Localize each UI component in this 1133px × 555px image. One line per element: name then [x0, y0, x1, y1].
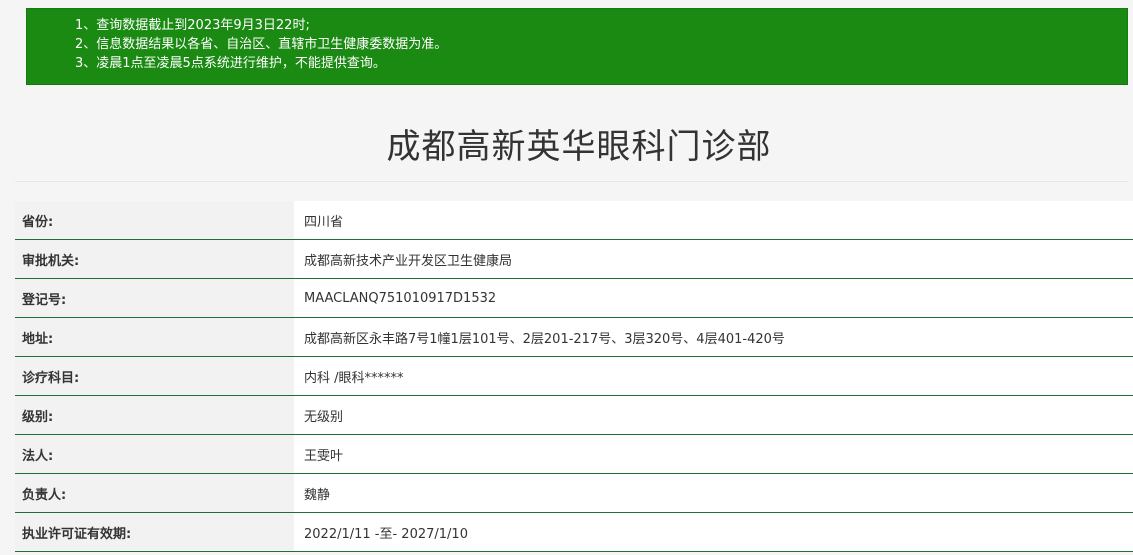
notice-item: 3、凌晨1点至凌晨5点系统进行维护，不能提供查询。 — [75, 56, 386, 71]
row-label-person-in-charge: 负责人: — [15, 473, 294, 513]
row-value-registration-number: MAACLANQ751010917D1532 — [294, 278, 1133, 318]
table-row: 审批机关: 成都高新技术产业开发区卫生健康局 — [15, 239, 1133, 279]
notice-list: 1、查询数据截止到2023年9月3日22时; 2、信息数据结果以各省、自治区、直… — [75, 16, 1127, 73]
row-label-license-validity: 执业许可证有效期: — [15, 512, 294, 552]
row-label-address: 地址: — [15, 317, 294, 357]
table-row: 负责人: 魏静 — [15, 473, 1133, 513]
notice-banner: 1、查询数据截止到2023年9月3日22时; 2、信息数据结果以各省、自治区、直… — [26, 8, 1128, 85]
details-table: 省份: 四川省 审批机关: 成都高新技术产业开发区卫生健康局 登记号: MAAC… — [15, 201, 1133, 552]
table-row: 级别: 无级别 — [15, 395, 1133, 435]
title-divider — [15, 181, 1128, 182]
table-row: 省份: 四川省 — [15, 201, 1133, 240]
row-value-departments: 内科 /眼科****** — [294, 356, 1133, 396]
row-value-legal-person: 王雯叶 — [294, 434, 1133, 474]
row-value-address: 成都高新区永丰路7号1幢1层101号、2层201-217号、3层320号、4层4… — [294, 317, 1133, 357]
row-label-legal-person: 法人: — [15, 434, 294, 474]
row-label-registration-number: 登记号: — [15, 278, 294, 318]
row-label-approval-authority: 审批机关: — [15, 239, 294, 279]
row-value-approval-authority: 成都高新技术产业开发区卫生健康局 — [294, 239, 1133, 279]
row-value-license-validity: 2022/1/11 -至- 2027/1/10 — [294, 512, 1133, 552]
row-label-province: 省份: — [15, 201, 294, 240]
notice-item: 2、信息数据结果以各省、自治区、直辖市卫生健康委数据为准。 — [75, 37, 448, 52]
page-title: 成都高新英华眼科门诊部 — [386, 127, 772, 167]
row-value-province: 四川省 — [294, 201, 1133, 240]
row-value-person-in-charge: 魏静 — [294, 473, 1133, 513]
row-value-level: 无级别 — [294, 395, 1133, 435]
table-row: 地址: 成都高新区永丰路7号1幢1层101号、2层201-217号、3层320号… — [15, 317, 1133, 357]
table-row: 诊疗科目: 内科 /眼科****** — [15, 356, 1133, 396]
row-label-level: 级别: — [15, 395, 294, 435]
row-label-departments: 诊疗科目: — [15, 356, 294, 396]
notice-item: 1、查询数据截止到2023年9月3日22时; — [75, 18, 310, 33]
table-row: 执业许可证有效期: 2022/1/11 -至- 2027/1/10 — [15, 512, 1133, 552]
table-row: 登记号: MAACLANQ751010917D1532 — [15, 278, 1133, 318]
table-row: 法人: 王雯叶 — [15, 434, 1133, 474]
